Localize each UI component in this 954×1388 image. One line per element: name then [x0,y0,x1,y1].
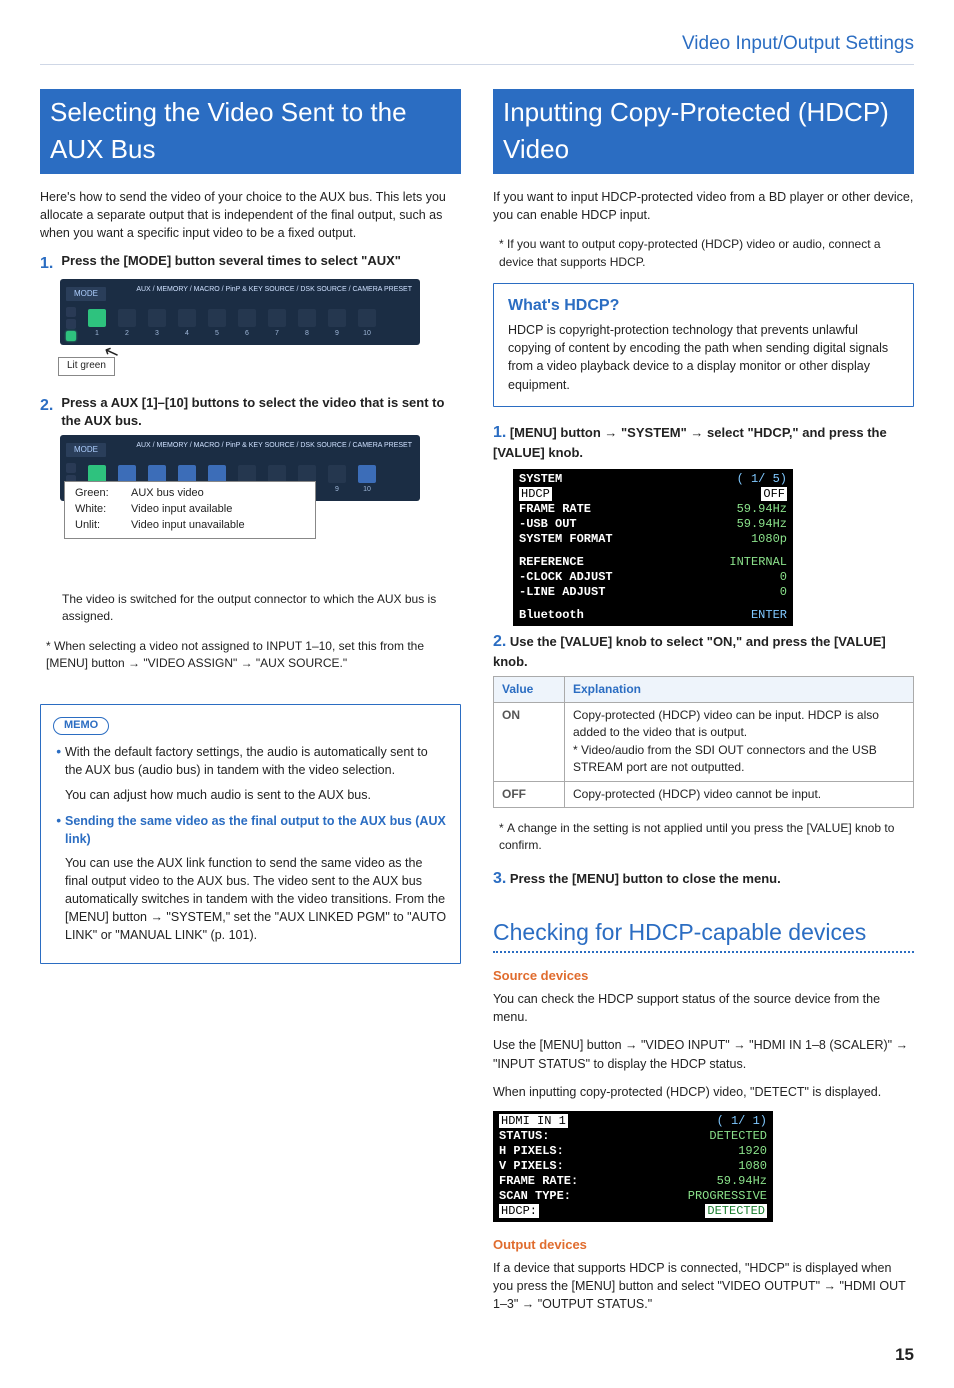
step-text: Use the [VALUE] knob to select "ON," and… [493,634,886,669]
aux-button-strip: MODE AUX / MEMORY / MACRO / PinP & KEY S… [60,435,420,501]
step-number: 3. [493,870,506,887]
mode-label: MODE [66,443,106,457]
src-p2: Use the [MENU] button → "VIDEO INPUT" → … [493,1036,914,1072]
right-step-1: 1. [MENU] button → "SYSTEM" → select "HD… [493,421,914,463]
step-text: [MENU] button → "SYSTEM" → select "HDCP,… [493,425,887,460]
right-intro: If you want to input HDCP-protected vide… [493,188,914,224]
step-number: 1. [493,424,506,441]
page-header: Video Input/Output Settings [40,30,914,65]
step-text: Press a AUX [1]–[10] buttons to select t… [61,394,461,432]
mode-label: MODE [66,287,106,301]
right-intro-note: * If you want to output copy-protected (… [499,236,914,271]
step-number: 1. [40,252,53,275]
memo-item: With the default factory settings, the a… [65,741,448,803]
left-column: Selecting the Video Sent to the AUX Bus … [40,89,461,1324]
color-legend: Green:AUX bus video White:Video input av… [64,481,316,539]
step2-subtext: The video is switched for the output con… [62,591,461,626]
mode-button-strip: MODE AUX / MEMORY / MACRO / PinP & KEY S… [60,279,420,345]
step-text: Press the [MODE] button several times to… [61,252,401,275]
src-p1: You can check the HDCP support status of… [493,990,914,1026]
right-step-2: 2. Use the [VALUE] knob to select "ON," … [493,630,914,672]
src-p3: When inputting copy-protected (HDCP) vid… [493,1083,914,1101]
sub-heading: Checking for HDCP-capable devices [493,916,914,953]
system-menu-screenshot: SYSTEM( 1/ 5) HDCPOFF FRAME RATE59.94Hz … [513,469,793,626]
memo-link-heading: Sending the same video as the final outp… [65,814,446,846]
step2-note: * When selecting a video not assigned to… [46,638,461,673]
page-number: 15 [40,1343,914,1368]
left-step-2: 2. Press a AUX [1]–[10] buttons to selec… [40,394,461,432]
table-note: * A change in the setting is not applied… [499,820,914,855]
strip-caption: AUX / MEMORY / MACRO / PinP & KEY SOURCE… [136,441,412,451]
out-p: If a device that supports HDCP is connec… [493,1259,914,1313]
memo-item: Sending the same video as the final outp… [65,810,448,945]
left-title: Selecting the Video Sent to the AUX Bus [40,89,461,174]
right-column: Inputting Copy-Protected (HDCP) Video If… [493,89,914,1324]
step-number: 2. [493,633,506,650]
memo-label: MEMO [53,717,109,735]
left-step-1: 1. Press the [MODE] button several times… [40,252,461,275]
right-step-3: 3. Press the [MENU] button to close the … [493,867,914,890]
source-devices-heading: Source devices [493,967,914,986]
step-text: Press the [MENU] button to close the men… [510,871,781,886]
memo-box: MEMO With the default factory settings, … [40,704,461,963]
input-status-screenshot: HDMI IN 1( 1/ 1) STATUS:DETECTED H PIXEL… [493,1111,773,1222]
left-intro: Here's how to send the video of your cho… [40,188,461,242]
right-title: Inputting Copy-Protected (HDCP) Video [493,89,914,174]
hdcp-info-box: What's HDCP? HDCP is copyright-protectio… [493,283,914,407]
strip-caption: AUX / MEMORY / MACRO / PinP & KEY SOURCE… [136,285,412,295]
info-heading: What's HDCP? [508,294,899,317]
value-table: ValueExplanation ON Copy-protected (HDCP… [493,676,914,808]
step-number: 2. [40,394,53,432]
output-devices-heading: Output devices [493,1236,914,1255]
info-body: HDCP is copyright-protection technology … [508,321,899,394]
lit-green-callout: Lit green [58,357,115,376]
